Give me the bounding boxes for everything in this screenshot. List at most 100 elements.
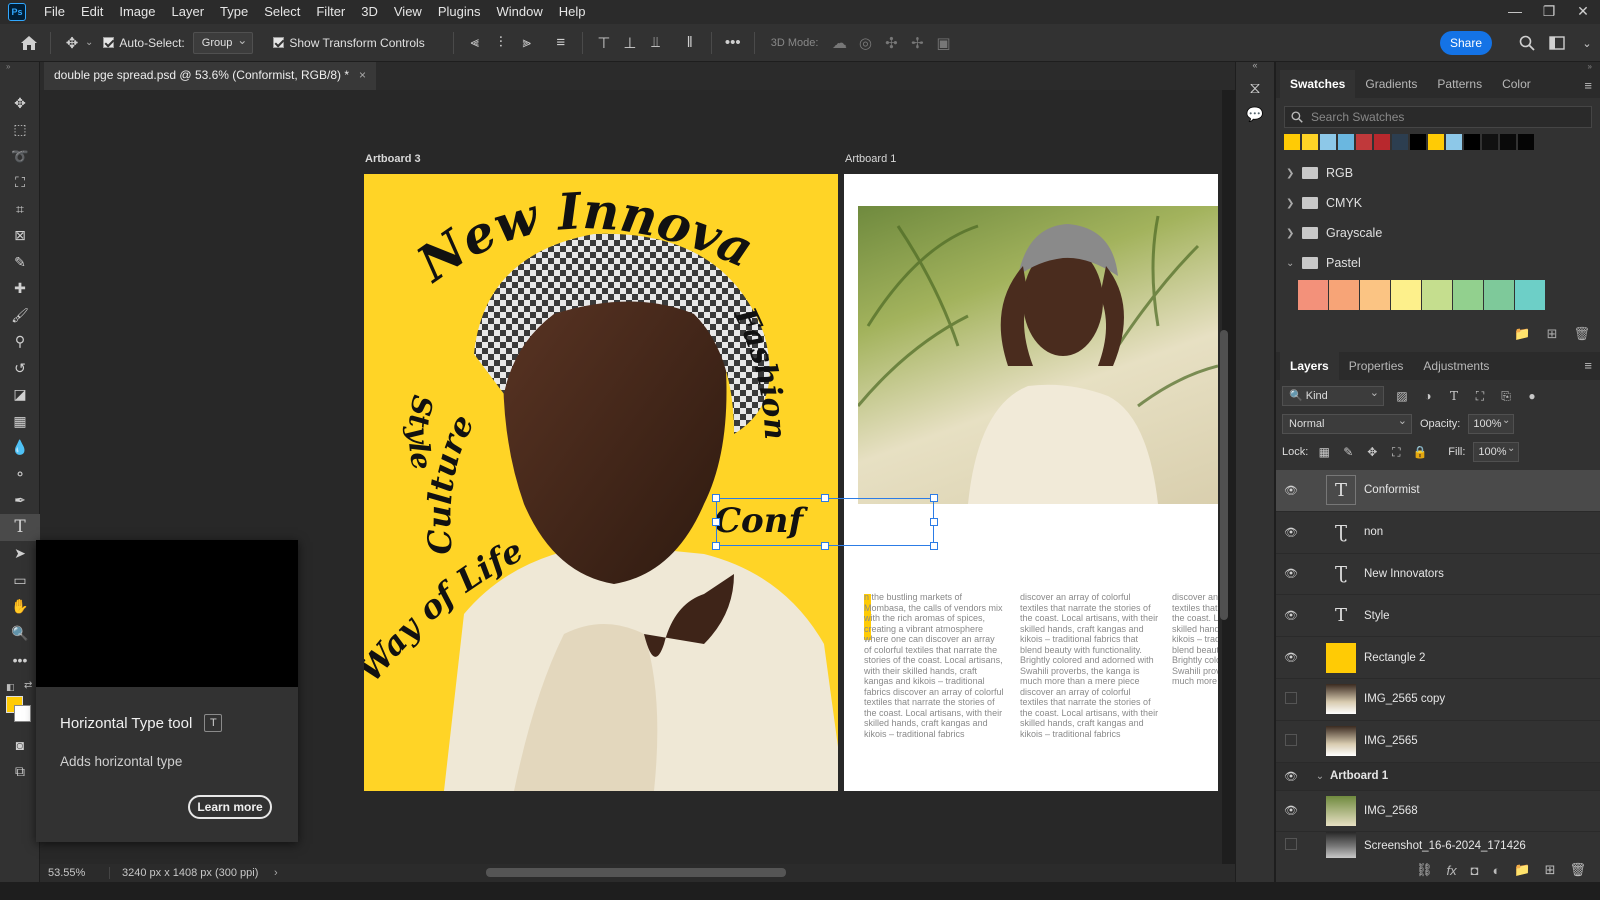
toolbar-collapse-icon[interactable]: » — [0, 62, 39, 71]
filter-type-icon[interactable]: T — [1446, 389, 1462, 403]
layer-name[interactable]: New Innovators — [1364, 568, 1444, 580]
eye-icon[interactable]: 👁 — [1276, 770, 1306, 783]
new-swatch-icon[interactable]: ⊞ — [1547, 326, 1558, 342]
fill-input[interactable]: 100% — [1473, 440, 1520, 462]
swatch-folder-grayscale[interactable]: ❯ Grayscale — [1276, 218, 1600, 248]
dodge-tool-icon[interactable]: ⚬ — [0, 461, 40, 488]
canvas-horizontal-scrollbar[interactable] — [486, 868, 786, 877]
layer-row[interactable]: 👁 T Conformist — [1276, 470, 1600, 512]
kind-filter-dropdown[interactable]: 🔍 Kind — [1282, 384, 1384, 406]
align-right-icon[interactable]: ⫸ — [514, 30, 540, 56]
layer-row[interactable]: 👁 Ʈ non — [1276, 512, 1600, 554]
layer-name[interactable]: Rectangle 2 — [1364, 652, 1425, 664]
filter-pixel-icon[interactable]: ▨ — [1394, 389, 1410, 403]
chevron-down-icon[interactable]: ⌄ — [1286, 258, 1294, 269]
layer-row[interactable]: 👁 Ʈ New Innovators — [1276, 554, 1600, 596]
filter-toggle-icon[interactable]: ● — [1524, 389, 1540, 403]
eye-icon[interactable]: 👁 — [1276, 484, 1306, 497]
recent-swatch[interactable] — [1392, 134, 1408, 150]
screen-mode-icon[interactable]: ⧉ — [0, 758, 40, 785]
transform-handle[interactable] — [930, 518, 938, 526]
layer-row[interactable]: 👁 IMG_2568 — [1276, 791, 1600, 833]
transform-handle[interactable] — [930, 542, 938, 550]
body-text-column-3[interactable]: discover an array of colorful textiles t… — [1172, 592, 1218, 687]
layer-row[interactable]: IMG_2565 copy — [1276, 679, 1600, 721]
pastel-swatch[interactable] — [1329, 280, 1359, 310]
recent-swatch[interactable] — [1374, 134, 1390, 150]
home-icon[interactable] — [16, 30, 42, 56]
lock-image-icon[interactable]: ✎ — [1340, 445, 1356, 459]
artboard-1[interactable]: n the bustling markets of Mombasa, the c… — [844, 174, 1218, 791]
recent-swatch[interactable] — [1464, 134, 1480, 150]
new-group-folder-icon[interactable]: 📁 — [1514, 862, 1530, 878]
layer-style-fx-icon[interactable]: fx — [1447, 863, 1457, 878]
lasso-tool-icon[interactable]: ➰ — [0, 143, 40, 170]
horizontal-type-tool-icon[interactable]: T — [0, 514, 40, 541]
recent-swatch[interactable] — [1446, 134, 1462, 150]
text-bounding-box[interactable] — [712, 494, 938, 550]
add-mask-icon[interactable]: ◘ — [1471, 863, 1479, 878]
delete-layer-icon[interactable]: 🗑 — [1569, 862, 1586, 878]
panel-menu-icon[interactable]: ≡ — [1584, 78, 1592, 93]
transform-handle[interactable] — [712, 494, 720, 502]
swatch-folder-cmyk[interactable]: ❯ CMYK — [1276, 188, 1600, 218]
layer-row[interactable]: Screenshot_16-6-2024_171426 — [1276, 832, 1600, 861]
close-window-icon[interactable]: ✕ — [1566, 0, 1600, 24]
status-menu-arrow-icon[interactable]: › — [274, 867, 278, 879]
more-options-icon[interactable]: ••• — [720, 30, 746, 56]
photoshop-logo-icon[interactable]: Ps — [8, 3, 26, 21]
path-selection-tool-icon[interactable]: ➤ — [0, 541, 40, 568]
checkbox-box[interactable] — [273, 37, 285, 48]
layer-group-row[interactable]: 👁 ⌄ Artboard 1 — [1276, 762, 1600, 791]
checkbox-box[interactable] — [103, 37, 115, 48]
arc-word-fashion[interactable]: Fashion — [726, 302, 792, 441]
recent-swatch[interactable] — [1482, 134, 1498, 150]
swatch-folder-pastel[interactable]: ⌄ Pastel — [1276, 248, 1600, 278]
menu-window[interactable]: Window — [488, 0, 550, 24]
layer-row[interactable]: 👁 Rectangle 2 — [1276, 637, 1600, 679]
zoom-level[interactable]: 53.55% — [40, 867, 110, 879]
learn-more-button[interactable]: Learn more — [188, 795, 272, 819]
delete-swatch-icon[interactable]: 🗑 — [1573, 326, 1590, 342]
zoom-tool-icon[interactable]: 🔍 — [0, 620, 40, 647]
workspace-icon[interactable] — [1544, 30, 1570, 56]
link-layers-icon[interactable]: ⛓ — [1416, 862, 1433, 878]
healing-brush-tool-icon[interactable]: ✚ — [0, 276, 40, 303]
document-tab[interactable]: double pge spread.psd @ 53.6% (Conformis… — [44, 62, 377, 90]
workspace-chevron-icon[interactable]: ⌄ — [1574, 30, 1600, 56]
hand-tool-icon[interactable]: ✋ — [0, 594, 40, 621]
recent-swatch[interactable] — [1320, 134, 1336, 150]
menu-view[interactable]: View — [386, 0, 430, 24]
history-panel-icon[interactable]: ⧖ — [1236, 80, 1274, 98]
recent-swatch[interactable] — [1338, 134, 1354, 150]
pastel-swatch[interactable] — [1360, 280, 1390, 310]
rectangle-tool-icon[interactable]: ▭ — [0, 567, 40, 594]
recent-swatch[interactable] — [1428, 134, 1444, 150]
edit-toolbar-icon[interactable]: ••• — [0, 647, 40, 674]
pen-tool-icon[interactable]: ✒ — [0, 488, 40, 515]
share-button[interactable]: Share — [1440, 31, 1492, 55]
filter-shape-icon[interactable]: ⛶ — [1472, 389, 1488, 404]
panel-menu-icon[interactable]: ≡ — [1584, 358, 1592, 373]
menu-filter[interactable]: Filter — [308, 0, 353, 24]
swatch-search-input[interactable] — [1311, 110, 1551, 124]
distribute-vertical-icon[interactable]: ‖ — [677, 30, 703, 56]
tab-adjustments[interactable]: Adjustments — [1413, 352, 1499, 380]
align-left-icon[interactable]: ⫷ — [462, 30, 488, 56]
menu-edit[interactable]: Edit — [73, 0, 111, 24]
close-tab-icon[interactable]: × — [359, 62, 366, 90]
distribute-horizontal-icon[interactable]: ≡ — [548, 30, 574, 56]
body-text-column-2[interactable]: discover an array of colorful textiles t… — [1020, 592, 1160, 739]
align-vcenter-icon[interactable]: ⊥ — [617, 30, 643, 56]
recent-swatch[interactable] — [1500, 134, 1516, 150]
minimize-icon[interactable]: — — [1498, 0, 1532, 24]
layer-group-name[interactable]: Artboard 1 — [1330, 770, 1388, 782]
layer-name[interactable]: IMG_2565 copy — [1364, 693, 1445, 705]
menu-file[interactable]: File — [36, 0, 73, 24]
pastel-swatch[interactable] — [1298, 280, 1328, 310]
menu-plugins[interactable]: Plugins — [430, 0, 489, 24]
chevron-down-icon[interactable]: ⌄ — [1310, 771, 1330, 782]
chevron-right-icon[interactable]: ❯ — [1286, 168, 1294, 179]
history-brush-tool-icon[interactable]: ↺ — [0, 355, 40, 382]
align-bottom-icon[interactable]: ⫫ — [643, 30, 669, 56]
